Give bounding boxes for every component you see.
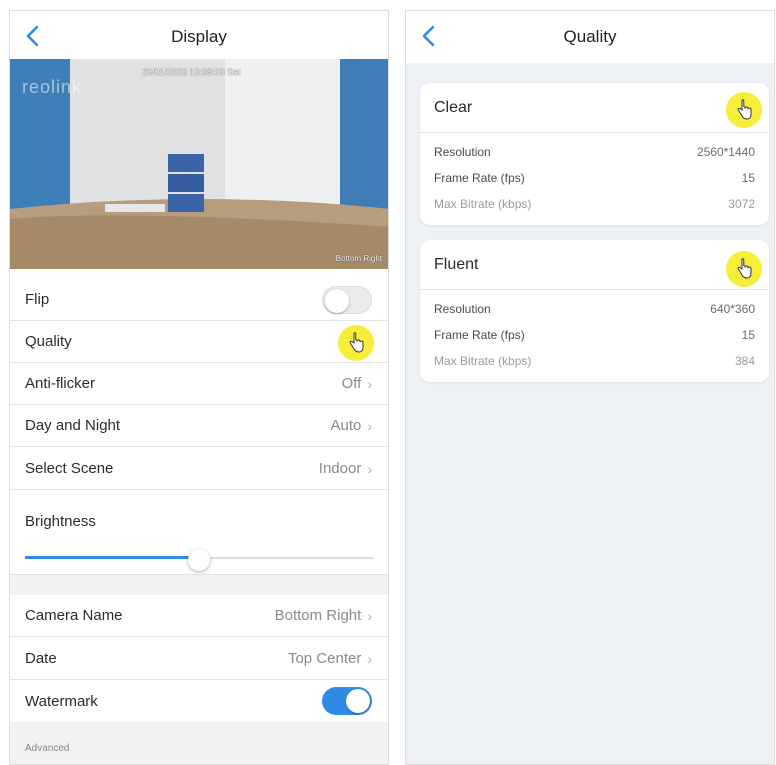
camera-name-value: Bottom Right <box>274 607 362 624</box>
frame-rate-value: 15 <box>741 328 755 342</box>
brightness-slider[interactable] <box>25 549 373 571</box>
bitrate-value: 3072 <box>728 197 755 211</box>
camera-name-label: Camera Name <box>25 607 123 624</box>
bitrate-label: Max Bitrate (kbps) <box>434 197 532 211</box>
camera-name-row[interactable]: Camera Name Bottom Right › <box>10 595 388 637</box>
watermark-row: Watermark <box>10 680 388 722</box>
quality-screen: Quality Clear Resolution 2560*1440 Frame … <box>405 10 775 765</box>
bitrate-row: Max Bitrate (kbps) 3072 <box>420 191 769 217</box>
quality-card-clear[interactable]: Clear Resolution 2560*1440 Frame Rate (fp… <box>420 83 769 225</box>
card-title: Clear <box>420 83 769 133</box>
resolution-value: 2560*1440 <box>696 145 755 159</box>
timestamp-overlay: 25/01/2023 13:08:03 Sat <box>142 67 241 77</box>
frame-rate-value: 15 <box>741 171 755 185</box>
anti-flicker-value: Off <box>341 375 362 392</box>
anti-flicker-label: Anti-flicker <box>25 375 96 392</box>
slider-fill <box>25 556 199 559</box>
bitrate-value: 384 <box>734 354 755 368</box>
advanced-label: Advanced <box>25 743 70 754</box>
tap-highlight <box>338 325 374 361</box>
chevron-right-icon: › <box>367 417 372 434</box>
date-value: Top Center <box>287 650 362 667</box>
page-title: Display <box>171 27 227 46</box>
resolution-row: Resolution 640*360 <box>420 296 769 322</box>
flip-toggle[interactable] <box>322 285 372 314</box>
flip-row: Flip <box>10 279 388 321</box>
frame-rate-label: Frame Rate (fps) <box>434 328 525 342</box>
day-night-value: Auto <box>330 417 362 434</box>
resolution-label: Resolution <box>434 302 491 316</box>
chevron-right-icon: › <box>367 607 372 624</box>
camera-name-overlay: Bottom Right <box>335 254 382 263</box>
toggle-knob <box>346 689 370 713</box>
brightness-row: Brightness <box>10 491 388 575</box>
quality-row[interactable]: Quality › <box>10 321 388 363</box>
resolution-value: 640*360 <box>710 302 755 316</box>
select-scene-row[interactable]: Select Scene Indoor › <box>10 448 388 490</box>
day-night-row[interactable]: Day and Night Auto › <box>10 405 388 447</box>
select-scene-label: Select Scene <box>25 460 114 477</box>
bitrate-label: Max Bitrate (kbps) <box>434 354 532 368</box>
tap-highlight <box>726 92 762 128</box>
anti-flicker-row[interactable]: Anti-flicker Off › <box>10 363 388 405</box>
chevron-right-icon: › <box>367 650 372 667</box>
chevron-left-icon <box>26 25 39 47</box>
camera-preview[interactable]: reolink 25/01/2023 13:08:03 Sat Bottom R… <box>10 59 388 269</box>
quality-label: Quality <box>25 333 72 350</box>
nav-bar: Quality <box>406 11 774 63</box>
chevron-right-icon: › <box>367 460 372 477</box>
bitrate-row: Max Bitrate (kbps) 384 <box>420 348 769 374</box>
frame-rate-row: Frame Rate (fps) 15 <box>420 165 769 191</box>
slider-thumb[interactable] <box>188 549 210 571</box>
back-button[interactable] <box>22 23 46 49</box>
frame-rate-label: Frame Rate (fps) <box>434 171 525 185</box>
display-screen: Display reolink 25/01/2023 13:08:03 Sat … <box>9 10 389 765</box>
nav-bar: Display <box>10 11 388 63</box>
watermark-toggle[interactable] <box>322 687 372 715</box>
hand-pointer-icon <box>349 332 364 353</box>
tap-highlight <box>726 251 762 287</box>
resolution-row: Resolution 2560*1440 <box>420 139 769 165</box>
date-row[interactable]: Date Top Center › <box>10 638 388 680</box>
quality-card-fluent[interactable]: Fluent Resolution 640*360 Frame Rate (fps… <box>420 240 769 382</box>
page-title: Quality <box>563 27 617 46</box>
back-button[interactable] <box>418 23 442 49</box>
frame-rate-row: Frame Rate (fps) 15 <box>420 322 769 348</box>
toggle-knob <box>325 288 349 313</box>
date-label: Date <box>25 650 57 667</box>
day-night-label: Day and Night <box>25 417 121 434</box>
hand-pointer-icon <box>737 99 752 120</box>
chevron-left-icon <box>422 25 435 47</box>
flip-label: Flip <box>25 291 50 308</box>
section-divider <box>10 575 388 595</box>
resolution-label: Resolution <box>434 145 491 159</box>
card-title: Fluent <box>420 240 769 290</box>
select-scene-value: Indoor <box>318 460 362 477</box>
watermark-label: Watermark <box>25 692 98 710</box>
reolink-watermark: reolink <box>22 77 83 97</box>
chevron-right-icon: › <box>367 375 372 392</box>
hand-pointer-icon <box>737 258 752 279</box>
brightness-label: Brightness <box>25 513 96 530</box>
